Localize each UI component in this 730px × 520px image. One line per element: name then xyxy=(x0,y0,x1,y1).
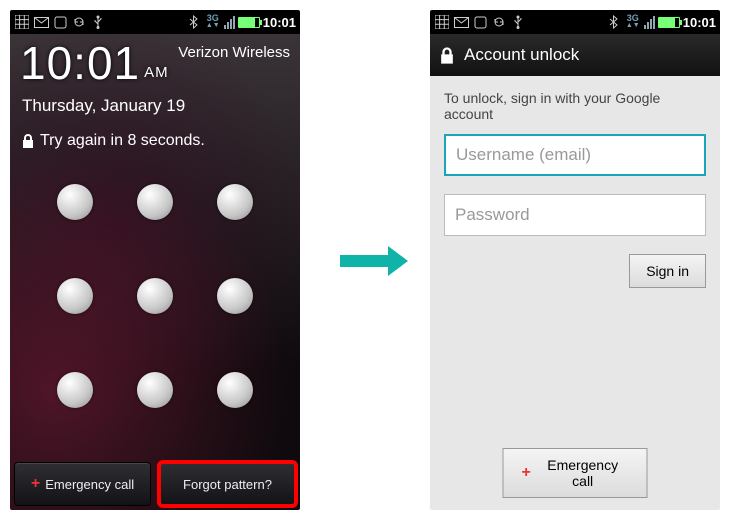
mail-icon xyxy=(453,14,469,30)
account-unlock-screen: Account unlock To unlock, sign in with y… xyxy=(430,34,720,510)
status-bar-right: 3G▲▼ 10:01 xyxy=(430,10,720,34)
pattern-dot[interactable] xyxy=(217,184,253,220)
clock-time: 10:01 xyxy=(20,40,140,86)
card-icon xyxy=(472,14,488,30)
sign-in-button[interactable]: Sign in xyxy=(629,254,706,288)
date-label: Thursday, January 19 xyxy=(22,96,185,116)
lock-icon xyxy=(22,134,34,148)
status-bar-left: 3G▲▼ 10:01 xyxy=(10,10,300,34)
pattern-grid[interactable] xyxy=(35,184,275,408)
grid-icon xyxy=(14,14,30,30)
signal-icon xyxy=(644,16,655,29)
pattern-dot[interactable] xyxy=(57,184,93,220)
arrow-icon xyxy=(340,246,410,276)
mail-icon xyxy=(33,14,49,30)
pattern-dot[interactable] xyxy=(217,278,253,314)
usb-icon xyxy=(510,14,526,30)
network-type-label: 3G▲▼ xyxy=(625,14,641,30)
grid-icon xyxy=(434,14,450,30)
clock: 10:01 AM xyxy=(20,40,169,86)
bluetooth-icon xyxy=(186,14,202,30)
network-type-label: 3G▲▼ xyxy=(205,14,221,30)
usb-icon xyxy=(90,14,106,30)
bluetooth-icon xyxy=(606,14,622,30)
emergency-plus-icon: + xyxy=(31,478,40,490)
emergency-call-button[interactable]: + Emergency call xyxy=(503,448,648,498)
signal-icon xyxy=(224,16,235,29)
lock-screen-phone: 3G▲▼ 10:01 10:01 AM Verizon Wireless Thu… xyxy=(10,10,300,510)
forgot-pattern-button[interactable]: Forgot pattern? xyxy=(159,462,296,506)
sync-icon xyxy=(71,14,87,30)
status-time: 10:01 xyxy=(263,15,296,30)
unlock-prompt: To unlock, sign in with your Google acco… xyxy=(444,90,706,122)
pattern-dot[interactable] xyxy=(57,278,93,314)
account-unlock-title: Account unlock xyxy=(464,45,579,65)
password-input[interactable]: Password xyxy=(444,194,706,236)
card-icon xyxy=(52,14,68,30)
pattern-dot[interactable] xyxy=(57,372,93,408)
carrier-label: Verizon Wireless xyxy=(178,40,290,61)
pattern-dot[interactable] xyxy=(137,184,173,220)
status-time: 10:01 xyxy=(683,15,716,30)
username-input[interactable]: Username (email) xyxy=(444,134,706,176)
pattern-dot[interactable] xyxy=(217,372,253,408)
clock-ampm: AM xyxy=(144,65,169,86)
battery-icon xyxy=(238,17,260,28)
sync-icon xyxy=(491,14,507,30)
battery-icon xyxy=(658,17,680,28)
account-unlock-header: Account unlock xyxy=(430,34,720,76)
lock-screen: 10:01 AM Verizon Wireless Thursday, Janu… xyxy=(10,34,300,510)
lock-icon xyxy=(440,47,454,64)
pattern-dot[interactable] xyxy=(137,278,173,314)
emergency-call-button[interactable]: + Emergency call xyxy=(14,462,151,506)
emergency-plus-icon: + xyxy=(522,467,531,479)
account-unlock-phone: 3G▲▼ 10:01 Account unlock To unlock, sig… xyxy=(430,10,720,510)
retry-message: Try again in 8 seconds. xyxy=(22,132,205,150)
pattern-dot[interactable] xyxy=(137,372,173,408)
